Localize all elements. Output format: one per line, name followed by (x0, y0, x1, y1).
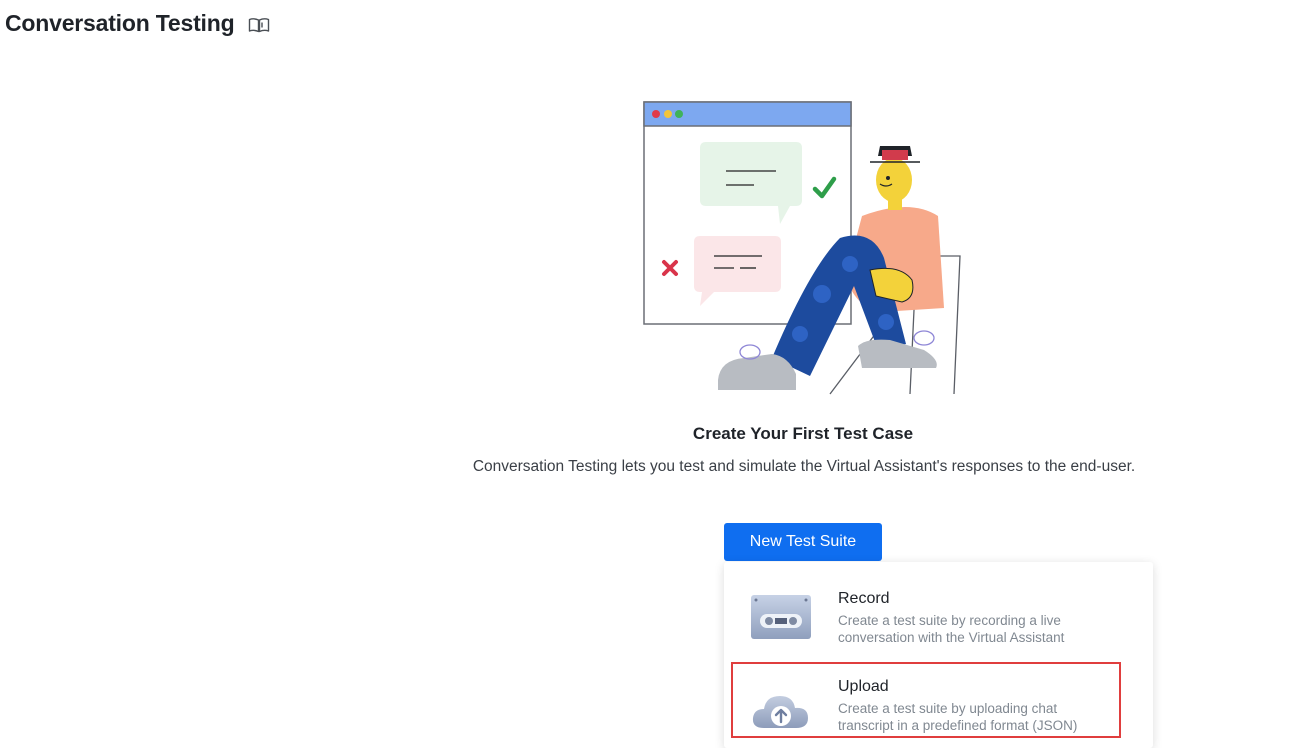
cloud-upload-icon (750, 688, 812, 738)
menu-item-record-description: Create a test suite by recording a live … (838, 613, 1065, 645)
empty-state-illustration (640, 98, 970, 398)
menu-item-record-label: Record (838, 590, 890, 607)
menu-item-upload-description: Create a test suite by uploading chat tr… (838, 701, 1078, 733)
page: Conversation Testing Create Your First T… (0, 0, 1295, 748)
page-title: Conversation Testing (5, 10, 235, 36)
page-header: Conversation Testing (5, 10, 270, 37)
new-test-suite-menu: Record Create a test suite by recording … (724, 562, 1153, 748)
menu-item-upload[interactable]: Upload Create a test suite by uploading … (724, 662, 1153, 748)
empty-state-title: Create Your First Test Case (692, 424, 914, 443)
menu-item-record[interactable]: Record Create a test suite by recording … (724, 578, 1153, 666)
new-test-suite-button[interactable]: New Test Suite (724, 523, 882, 561)
menu-item-upload-label: Upload (838, 678, 889, 695)
cassette-icon (750, 594, 812, 644)
empty-state-description: Conversation Testing lets you test and s… (472, 458, 1136, 475)
book-icon[interactable] (248, 17, 270, 33)
